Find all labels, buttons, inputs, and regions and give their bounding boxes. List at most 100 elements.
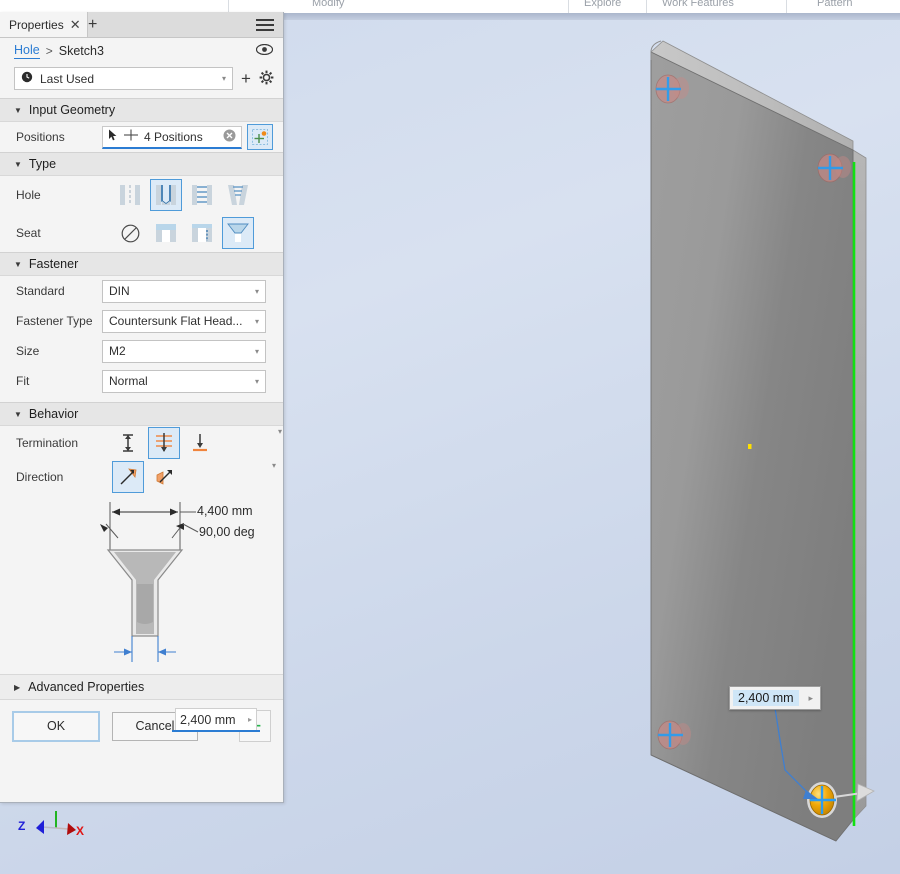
size-select[interactable]: M2 ▾ <box>102 339 266 363</box>
section-type-title: Type <box>28 157 57 171</box>
row-positions: Positions 4 Positions <box>0 122 283 152</box>
section-behavior[interactable]: ▼ Behavior <box>0 402 283 426</box>
termination-distance[interactable] <box>112 427 144 459</box>
countersink-diameter-label: 4,400 mm <box>197 504 253 518</box>
fit-label: Fit <box>16 374 30 388</box>
chevron-down-icon[interactable]: ▾ <box>251 347 259 356</box>
section-behavior-title: Behavior <box>28 407 79 421</box>
tab-properties-label: Properties <box>9 17 64 32</box>
row-standard: Standard DIN ▾ <box>0 276 283 306</box>
triangle-down-icon[interactable]: ▼ <box>14 160 22 169</box>
add-preset-button[interactable]: + <box>241 70 251 87</box>
clock-icon <box>21 71 33 86</box>
floating-dimension-value[interactable]: 2,400 mm <box>733 690 799 706</box>
section-type[interactable]: ▼ Type <box>0 152 283 176</box>
seat-type-countersink[interactable] <box>222 217 254 249</box>
hole-type-tapped[interactable] <box>186 179 218 211</box>
preset-row[interactable]: Last Used ▾ + <box>0 64 283 98</box>
triangle-down-icon[interactable]: ▼ <box>14 410 22 419</box>
row-seat-type: Seat <box>0 214 283 252</box>
chevron-right-icon[interactable]: ▸ <box>808 693 813 704</box>
add-point-icon[interactable] <box>247 124 273 150</box>
fit-value: Normal <box>109 374 148 388</box>
chevron-down-icon[interactable]: ▾ <box>251 377 259 386</box>
section-input-geometry[interactable]: ▼ Input Geometry <box>0 98 283 122</box>
panel-tab-bar[interactable]: Properties ✕ + <box>0 12 283 38</box>
hole-diameter-input[interactable]: 2,400 mm ▸ <box>175 708 257 731</box>
clear-positions-button[interactable] <box>223 129 236 145</box>
eye-icon[interactable] <box>255 43 274 58</box>
size-value: M2 <box>109 344 126 358</box>
crosshair-icon <box>124 129 138 144</box>
hole-diameter-underline <box>172 730 260 732</box>
ribbon-divider <box>786 0 787 13</box>
triangle-right-icon[interactable]: ▶ <box>14 683 20 692</box>
plus-icon[interactable]: + <box>88 15 97 34</box>
selected-hole-marker <box>807 782 875 818</box>
countersink-diagram: 4,400 mm 90,00 deg <box>0 494 283 664</box>
gear-icon[interactable] <box>259 70 274 88</box>
ok-button[interactable]: OK <box>12 710 100 742</box>
direction-label: Direction <box>16 470 64 484</box>
fit-select[interactable]: Normal ▾ <box>102 369 266 393</box>
standard-value: DIN <box>109 284 130 298</box>
properties-panel[interactable]: Properties ✕ + Hole > Sketch3 Last Used … <box>0 12 284 803</box>
seat-type-spotface[interactable] <box>186 217 218 249</box>
preset-select[interactable]: Last Used ▾ <box>14 67 233 90</box>
seat-type-label: Seat <box>16 226 41 240</box>
row-termination: Termination ▾ <box>0 426 283 460</box>
breadcrumb-sketch3[interactable]: Sketch3 <box>59 44 104 58</box>
hole-type-simple[interactable] <box>114 179 146 211</box>
preset-value: Last Used <box>40 71 95 86</box>
triad-x-label: X <box>76 824 85 838</box>
hamburger-icon[interactable] <box>256 19 274 31</box>
standard-select[interactable]: DIN ▾ <box>102 279 266 303</box>
breadcrumb: Hole > Sketch3 <box>0 38 283 64</box>
fastener-type-label: Fastener Type <box>16 314 93 328</box>
floating-dimension-input[interactable]: 2,400 mm ▸ <box>729 686 821 710</box>
direction-one-side[interactable] <box>112 461 144 493</box>
ribbon-label-work-features[interactable]: Work Features <box>662 0 734 9</box>
termination-to-object[interactable] <box>184 427 216 459</box>
ribbon-label-pattern[interactable]: Pattern <box>817 0 852 9</box>
ribbon-divider <box>646 0 647 13</box>
chevron-down-icon[interactable]: ▾ <box>251 287 259 296</box>
chevron-down-icon[interactable]: ▾ <box>278 427 284 459</box>
seat-type-counterbore[interactable] <box>150 217 182 249</box>
breadcrumb-separator: > <box>45 44 53 58</box>
section-advanced-title: Advanced Properties <box>28 680 145 694</box>
positions-input[interactable]: 4 Positions <box>102 125 242 149</box>
section-fastener[interactable]: ▼ Fastener <box>0 252 283 276</box>
row-size: Size M2 ▾ <box>0 336 283 366</box>
breadcrumb-hole[interactable]: Hole <box>14 43 40 59</box>
cursor-icon <box>108 129 118 144</box>
section-fastener-title: Fastener <box>28 257 79 271</box>
termination-through-all[interactable] <box>148 427 180 459</box>
axis-triad[interactable]: Z X <box>12 806 98 848</box>
triad-z-label: Z <box>18 819 26 833</box>
direction-flip-side[interactable] <box>148 461 180 493</box>
chevron-down-icon[interactable]: ▾ <box>251 317 259 326</box>
fastener-type-value: Countersunk Flat Head... <box>109 314 243 328</box>
chevron-right-icon[interactable]: ▸ <box>248 715 252 724</box>
triangle-down-icon[interactable]: ▼ <box>14 106 22 115</box>
ribbon-label-explore[interactable]: Explore <box>584 0 621 9</box>
termination-label: Termination <box>16 436 79 450</box>
triangle-down-icon[interactable]: ▼ <box>14 260 22 269</box>
section-advanced-properties[interactable]: ▶ Advanced Properties <box>0 674 283 700</box>
hole-diameter-value: 2,400 mm <box>180 712 236 727</box>
close-icon[interactable]: ✕ <box>70 18 81 31</box>
hole-type-label: Hole <box>16 188 41 202</box>
fastener-type-select[interactable]: Countersunk Flat Head... ▾ <box>102 309 266 333</box>
positions-value: 4 Positions <box>144 129 203 144</box>
ribbon-label-modify[interactable]: Modify <box>312 0 344 9</box>
chevron-down-icon[interactable]: ▾ <box>222 74 226 83</box>
tab-properties[interactable]: Properties ✕ <box>0 12 88 37</box>
ribbon-divider <box>568 0 569 13</box>
seat-type-none[interactable] <box>114 217 146 249</box>
hole-type-taper-tapped[interactable] <box>222 179 254 211</box>
chevron-down-icon[interactable]: ▾ <box>272 461 278 493</box>
row-fit: Fit Normal ▾ <box>0 366 283 396</box>
positions-label: Positions <box>16 130 65 144</box>
hole-type-drilled[interactable] <box>150 179 182 211</box>
